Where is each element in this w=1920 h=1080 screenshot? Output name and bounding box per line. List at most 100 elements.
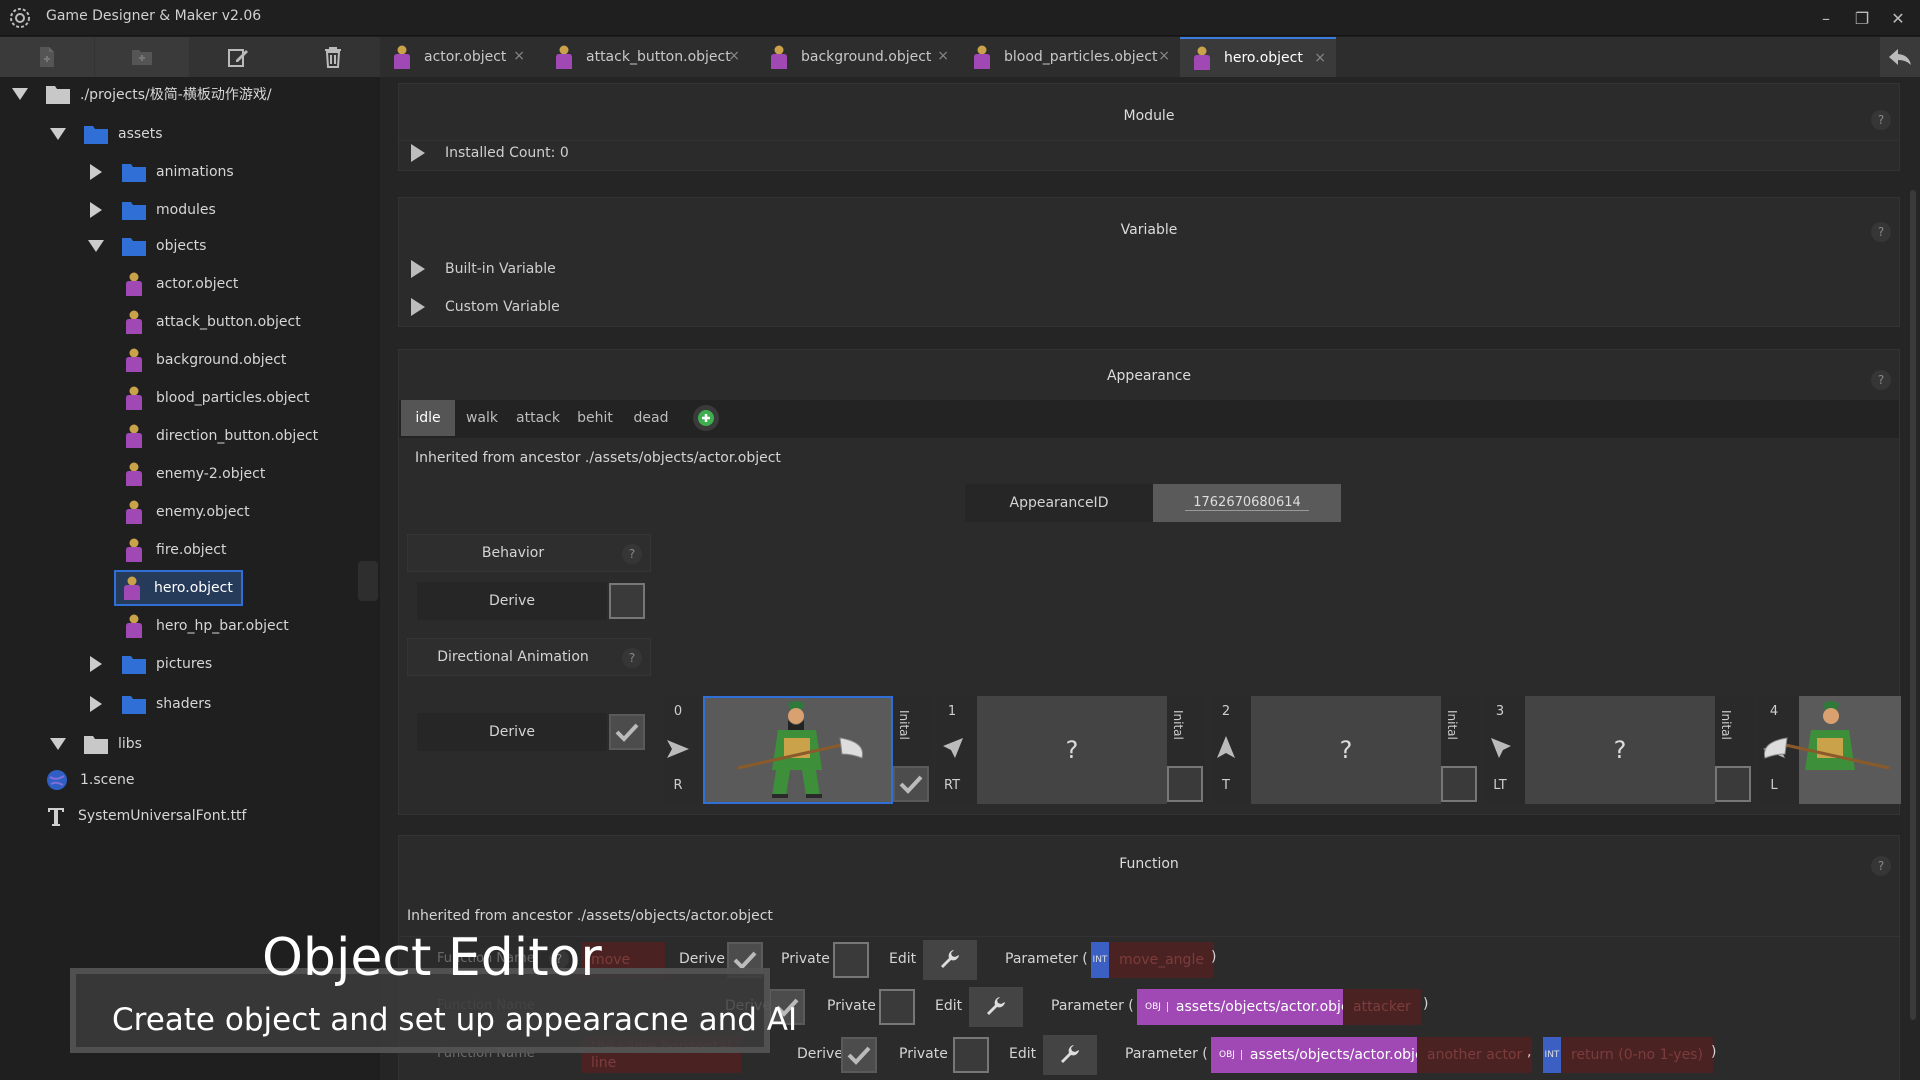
state-tab-attack[interactable]: attack	[509, 400, 567, 436]
tree-folder-objects[interactable]: objects	[84, 229, 206, 263]
close-tab-icon[interactable]: ×	[1314, 50, 1326, 66]
file-label: actor.object	[156, 276, 239, 292]
parameter-name[interactable]: move_angle	[1109, 942, 1214, 978]
tree-root[interactable]: ./projects/极简-横板动作游戏/	[8, 77, 272, 111]
tree-file-object[interactable]: enemy.object	[124, 495, 250, 529]
close-tab-icon[interactable]: ×	[513, 48, 525, 64]
derive-checkbox[interactable]	[841, 1037, 877, 1073]
collapse-arrow-icon[interactable]	[8, 82, 32, 106]
parameter-name[interactable]: return (0-no 1-yes)	[1561, 1037, 1713, 1073]
tree-file-object[interactable]: direction_button.object	[124, 419, 318, 453]
private-checkbox[interactable]	[953, 1037, 989, 1073]
new-file-button[interactable]	[0, 37, 94, 77]
private-checkbox[interactable]	[833, 942, 869, 978]
tab-attack-button[interactable]: attack_button.object ×	[542, 37, 750, 77]
new-file-icon	[40, 47, 54, 67]
object-person-icon	[126, 538, 142, 562]
tree-folder-animations[interactable]: animations	[84, 155, 234, 189]
direction-label: RT	[943, 778, 961, 793]
tab-label: blood_particles.object	[1004, 49, 1158, 65]
parameter-label: Parameter (	[1005, 951, 1088, 967]
expand-arrow-icon[interactable]	[84, 652, 108, 676]
tab-hero[interactable]: hero.object ×	[1180, 37, 1336, 77]
initial-checkbox[interactable]	[1167, 766, 1203, 802]
initial-checkbox[interactable]	[893, 766, 929, 802]
tree-file-scene[interactable]: 1.scene	[46, 763, 134, 797]
collapse-arrow-icon[interactable]	[46, 732, 70, 756]
tree-folder-assets[interactable]: assets	[46, 117, 163, 151]
file-label: hero.object	[154, 580, 233, 596]
tab-blood-particles[interactable]: blood_particles.object ×	[960, 37, 1180, 77]
close-tab-icon[interactable]: ×	[1158, 48, 1170, 64]
close-tab-icon[interactable]: ×	[728, 48, 740, 64]
help-icon[interactable]: ?	[622, 544, 642, 564]
app-gear-icon[interactable]	[8, 6, 32, 30]
parameter-name[interactable]: another actor	[1417, 1037, 1533, 1073]
delete-button[interactable]	[286, 37, 380, 77]
tree-file-object[interactable]: fire.object	[124, 533, 226, 567]
object-param[interactable]: OBJ assets/objects/actor.object	[1211, 1037, 1445, 1073]
tree-file-object[interactable]: blood_particles.object	[124, 381, 309, 415]
expand-arrow-icon[interactable]	[84, 160, 108, 184]
private-checkbox[interactable]	[879, 989, 915, 1025]
direction-image-empty[interactable]: ?	[1525, 696, 1715, 804]
tree-file-font[interactable]: SystemUniversalFont.ttf	[46, 799, 246, 833]
tree-file-object[interactable]: enemy-2.object	[124, 457, 265, 491]
tree-file-object[interactable]: attack_button.object	[124, 305, 301, 339]
help-icon[interactable]: ?	[1871, 222, 1891, 242]
initial-checkbox[interactable]	[1441, 766, 1477, 802]
font-icon	[48, 808, 64, 826]
tree-file-object-selected[interactable]: hero.object	[114, 570, 243, 606]
collapse-arrow-icon[interactable]	[84, 234, 108, 258]
tree-folder-modules[interactable]: modules	[84, 193, 216, 227]
custom-variable-expander[interactable]: Custom Variable	[411, 298, 560, 316]
parameter-name[interactable]: attacker	[1343, 989, 1421, 1025]
close-tab-icon[interactable]: ×	[937, 48, 949, 64]
state-tab-behit[interactable]: behit	[567, 400, 623, 436]
behavior-derive-checkbox[interactable]	[609, 583, 645, 619]
appearance-id-input[interactable]: 1762670680614	[1153, 484, 1341, 522]
main-scrollbar[interactable]	[1910, 190, 1916, 1020]
direction-image-hero[interactable]	[703, 696, 893, 804]
tree-folder-shaders[interactable]: shaders	[84, 687, 211, 721]
direction-slot-1: 1 RT ? Inital	[937, 696, 1205, 804]
tree-file-object[interactable]: hero_hp_bar.object	[124, 609, 289, 643]
back-button[interactable]	[1880, 37, 1920, 77]
tree-file-object[interactable]: background.object	[124, 343, 286, 377]
collapse-arrow-icon[interactable]	[46, 122, 70, 146]
dir-derive-checkbox[interactable]	[609, 714, 645, 750]
add-state-button[interactable]	[689, 400, 723, 436]
close-window-button[interactable]: ✕	[1880, 0, 1916, 36]
direction-image-empty[interactable]: ?	[977, 696, 1167, 804]
edit-function-button[interactable]	[923, 940, 977, 980]
direction-image-empty[interactable]: ?	[1251, 696, 1441, 804]
initial-checkbox[interactable]	[1715, 766, 1751, 802]
object-param[interactable]: OBJ assets/objects/actor.object	[1137, 989, 1371, 1025]
builtin-variable-expander[interactable]: Built-in Variable	[411, 260, 556, 278]
state-tab-dead[interactable]: dead	[623, 400, 679, 436]
tab-actor[interactable]: actor.object ×	[380, 37, 535, 77]
tree-folder-pictures[interactable]: pictures	[84, 647, 212, 681]
state-tab-walk[interactable]: walk	[455, 400, 509, 436]
help-icon[interactable]: ?	[622, 648, 642, 668]
help-icon[interactable]: ?	[1871, 370, 1891, 390]
state-tab-idle[interactable]: idle	[401, 400, 455, 436]
new-folder-button[interactable]	[95, 37, 189, 77]
direction-image-hero-flipped[interactable]	[1763, 696, 1901, 804]
tab-background[interactable]: background.object ×	[757, 37, 959, 77]
sidebar-resize-handle[interactable]	[358, 561, 378, 601]
tree-file-object[interactable]: actor.object	[124, 267, 238, 301]
minimize-button[interactable]: –	[1808, 0, 1844, 36]
help-icon[interactable]: ?	[1871, 856, 1891, 876]
installed-count-expander[interactable]: Installed Count: 0	[411, 144, 569, 162]
section-title: Appearance	[1106, 368, 1192, 384]
expand-arrow-icon[interactable]	[84, 692, 108, 716]
edit-function-button[interactable]	[1043, 1035, 1097, 1075]
help-icon[interactable]: ?	[1871, 110, 1891, 130]
selected-item[interactable]: hero.object	[114, 570, 243, 606]
edit-button[interactable]	[190, 37, 285, 77]
expand-arrow-icon[interactable]	[84, 198, 108, 222]
tree-folder-libs[interactable]: libs	[46, 727, 142, 761]
restore-button[interactable]: ❐	[1844, 0, 1880, 36]
edit-function-button[interactable]	[969, 987, 1023, 1027]
